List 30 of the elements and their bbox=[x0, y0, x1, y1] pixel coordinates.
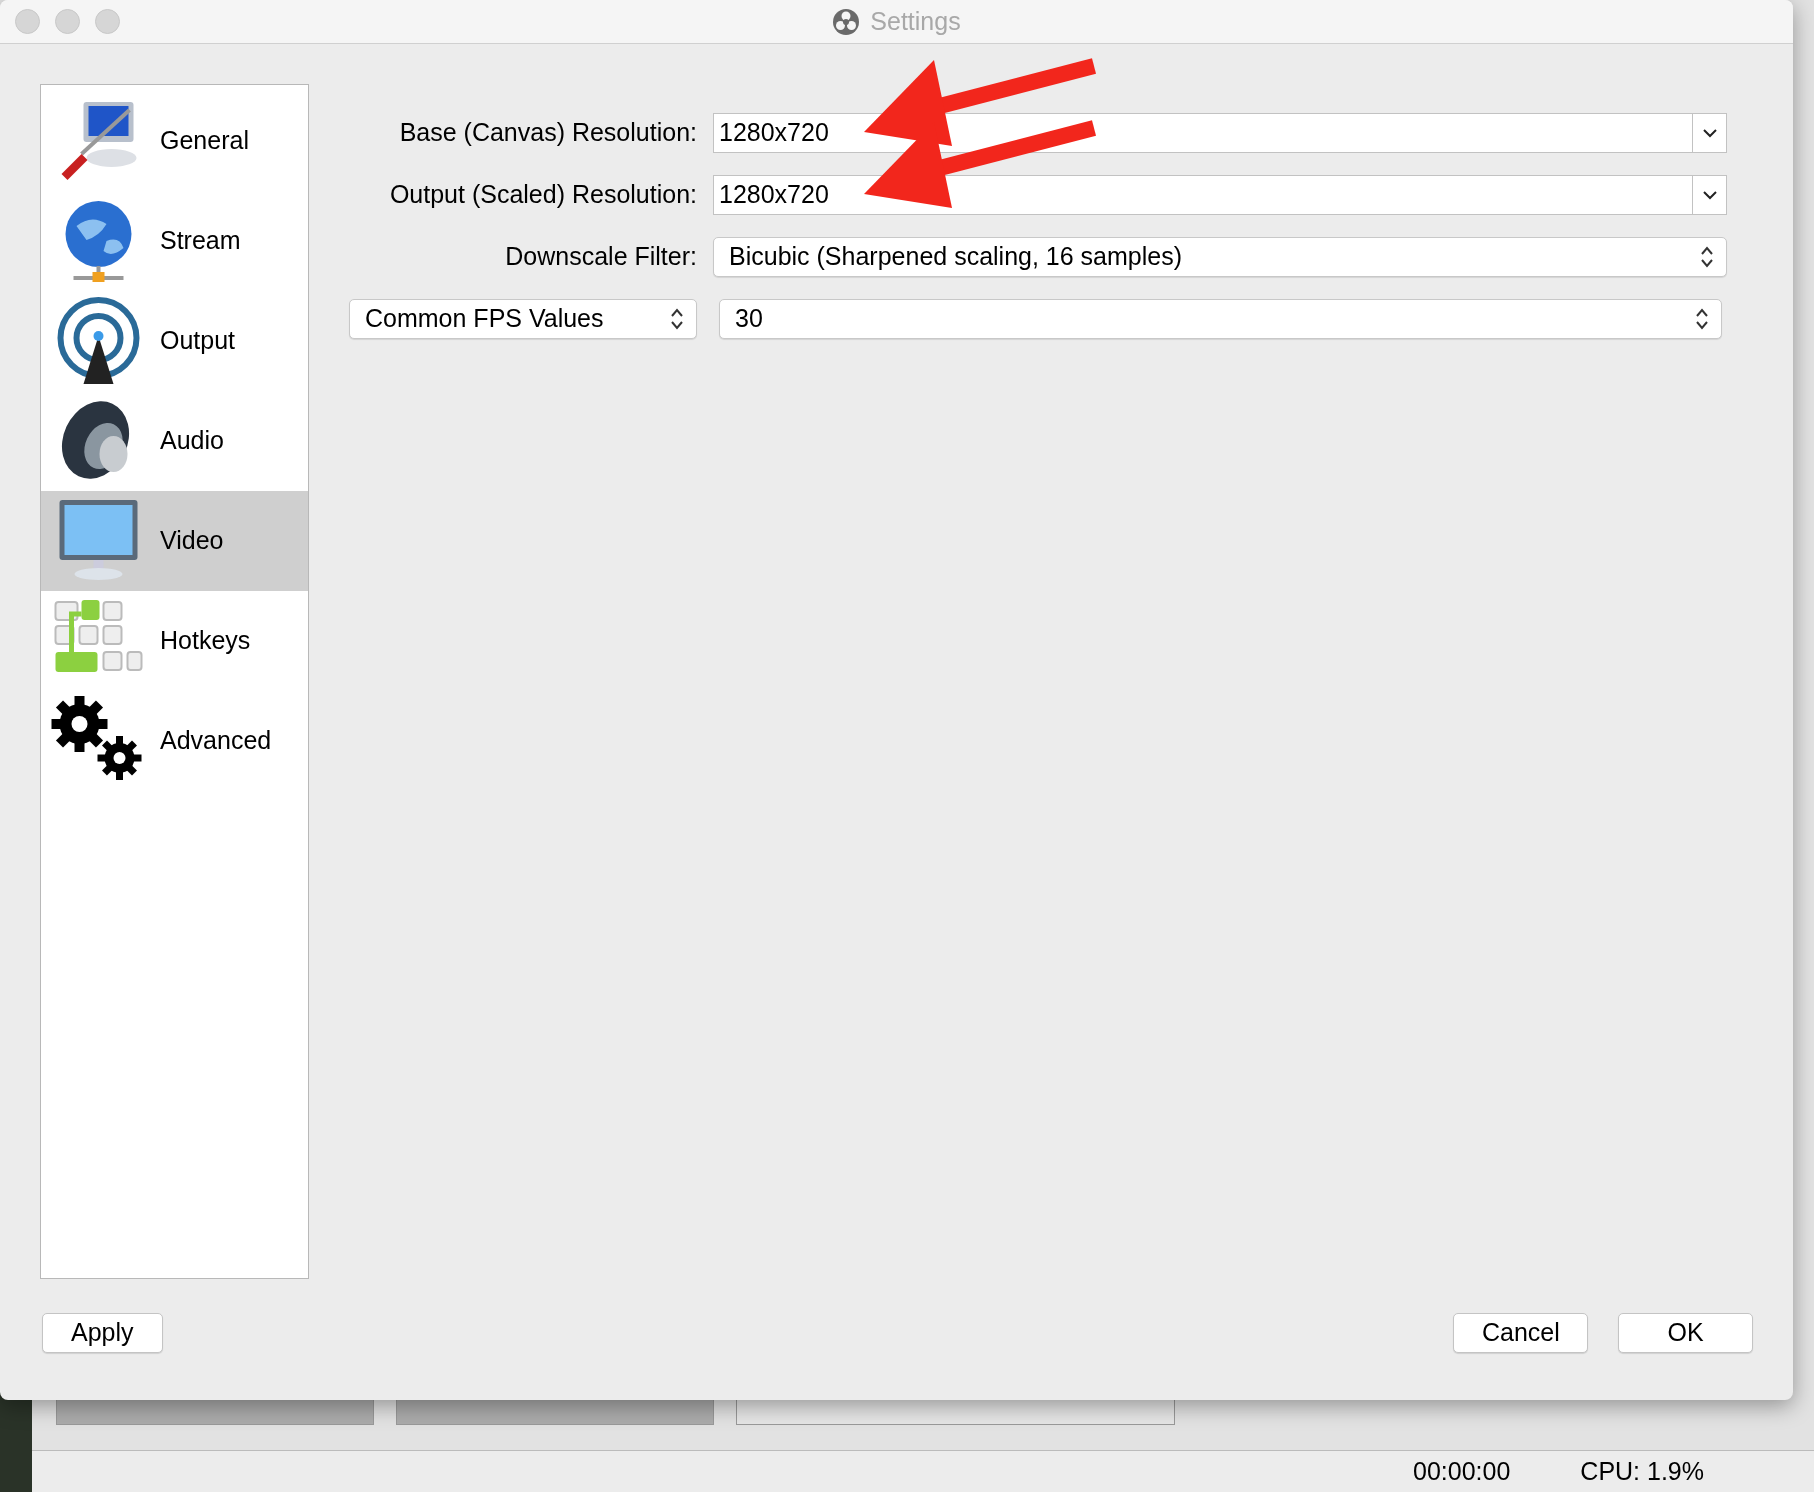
window-title: Settings bbox=[870, 5, 961, 37]
sidebar-item[interactable]: Video bbox=[41, 491, 308, 591]
sidebar-item[interactable]: Stream bbox=[41, 191, 308, 291]
chevron-down-icon bbox=[1701, 190, 1718, 200]
field-label: Output (Scaled) Resolution: bbox=[388, 179, 697, 211]
up-down-arrows-icon bbox=[1695, 307, 1709, 331]
close-button[interactable] bbox=[15, 9, 40, 34]
fps-type-dropdown[interactable]: Common FPS Values bbox=[349, 299, 697, 339]
sidebar-item[interactable]: General bbox=[41, 91, 308, 191]
sidebar-item[interactable]: Advanced bbox=[41, 691, 308, 791]
dialog-button[interactable]: Cancel bbox=[1453, 1313, 1588, 1353]
elapsed-time: 00:00:00 bbox=[1413, 1455, 1511, 1487]
sidebar-item[interactable]: Audio bbox=[41, 391, 308, 491]
resolution-combo-box[interactable]: 1280x720 bbox=[713, 175, 1727, 215]
filter-dropdown[interactable]: Bicubic (Sharpened scaling, 16 samples) bbox=[713, 237, 1727, 277]
field-label: Downscale Filter: bbox=[504, 241, 697, 273]
zoom-button[interactable] bbox=[95, 9, 120, 34]
resolution-combo-box[interactable]: 1280x720 bbox=[713, 113, 1727, 153]
sidebar-item[interactable]: Output bbox=[41, 291, 308, 391]
app-logo-icon bbox=[832, 7, 861, 36]
up-down-arrows-icon bbox=[670, 307, 684, 331]
up-down-arrows-icon bbox=[1700, 245, 1714, 269]
cpu-usage: CPU: 1.9% bbox=[1580, 1455, 1704, 1487]
chevron-down-icon bbox=[1701, 128, 1718, 138]
field-label: Base (Canvas) Resolution: bbox=[398, 117, 697, 149]
fps-value-dropdown[interactable]: 30 bbox=[719, 299, 1722, 339]
apply-button[interactable]: Apply bbox=[42, 1313, 163, 1353]
sidebar-item[interactable]: Hotkeys bbox=[41, 591, 308, 691]
minimize-button[interactable] bbox=[55, 9, 80, 34]
dialog-button[interactable]: OK bbox=[1618, 1313, 1753, 1353]
